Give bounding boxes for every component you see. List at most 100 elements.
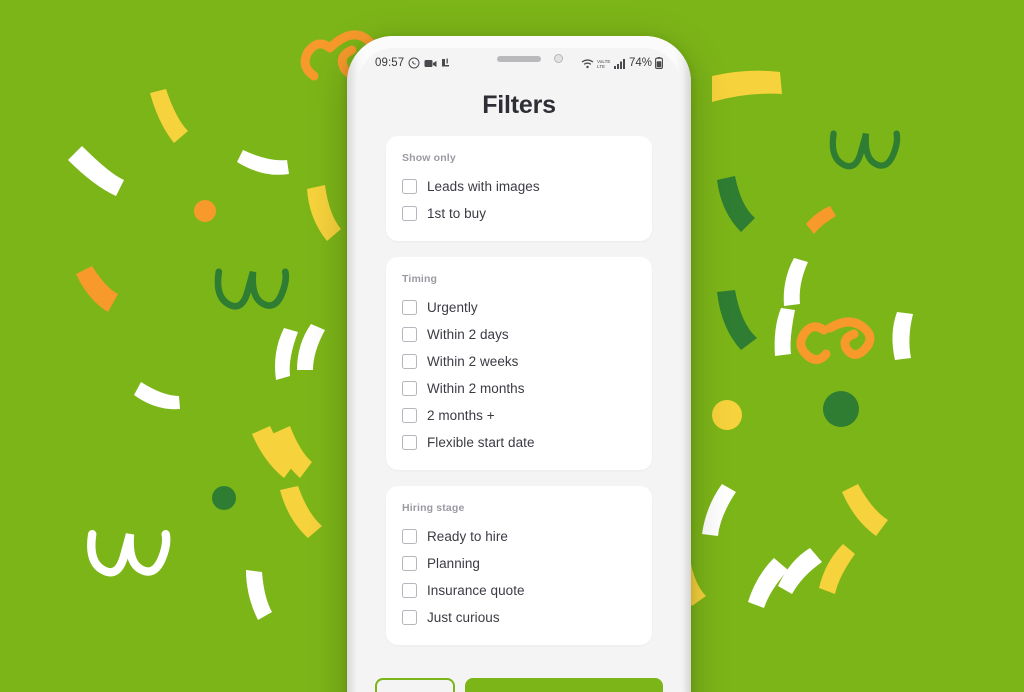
checkbox-icon[interactable]: [402, 529, 417, 544]
screenshot-root: 09:57 VoLTE LTE 74% Filters Show only Le…: [0, 0, 1024, 692]
confetti-dot-yellow: [712, 400, 742, 430]
filter-option-leads-with-images[interactable]: Leads with images: [402, 173, 636, 200]
confetti-white-ribbon: [134, 382, 180, 410]
filter-group-hiring-stage: Hiring stage Ready to hire Planning Insu…: [386, 486, 652, 645]
checkbox-icon[interactable]: [402, 300, 417, 315]
status-time: 09:57: [375, 57, 405, 69]
confetti-white-ribbon: [702, 484, 736, 536]
confetti-white-ribbon: [774, 308, 795, 356]
checkbox-icon[interactable]: [402, 408, 417, 423]
confetti-dot-green: [212, 486, 236, 510]
filter-option-just-curious[interactable]: Just curious: [402, 604, 636, 631]
confetti-white-ribbon: [778, 548, 822, 594]
confetti-white-ribbon: [246, 570, 272, 620]
photo-icon: [441, 58, 451, 69]
filter-option-2-months-plus[interactable]: 2 months +: [402, 402, 636, 429]
filter-option-ready-to-hire[interactable]: Ready to hire: [402, 523, 636, 550]
checkbox-icon[interactable]: [402, 583, 417, 598]
checkbox-icon[interactable]: [402, 354, 417, 369]
filter-option-label: Leads with images: [427, 179, 540, 194]
confetti-white-ribbon: [748, 558, 788, 608]
action-bar: Cancel Apply filters: [358, 668, 680, 692]
filter-option-label: 1st to buy: [427, 206, 487, 221]
confetti-orange-curl: [300, 39, 335, 81]
filter-option-within-2-weeks[interactable]: Within 2 weeks: [402, 348, 636, 375]
filter-option-within-2-days[interactable]: Within 2 days: [402, 321, 636, 348]
filter-group-show-only: Show only Leads with images 1st to buy: [386, 136, 652, 241]
cancel-button[interactable]: Cancel: [375, 678, 455, 692]
confetti-orange-ribbon: [848, 340, 858, 344]
confetti-yellow-ribbon: [307, 185, 341, 241]
checkbox-icon[interactable]: [402, 327, 417, 342]
checkbox-icon[interactable]: [402, 381, 417, 396]
confetti-green-ribbon: [717, 290, 757, 350]
page-title: Filters: [482, 91, 556, 119]
confetti-orange-ribbon: [806, 206, 836, 234]
filter-option-label: Within 2 days: [427, 327, 509, 342]
confetti-orange-ribbon: [796, 322, 831, 364]
camera-icon: [424, 58, 437, 69]
checkbox-icon[interactable]: [402, 556, 417, 571]
speaker-grille: [497, 56, 541, 62]
confetti-dot-orange: [194, 200, 216, 222]
status-bar: 09:57 VoLTE LTE 74%: [358, 48, 680, 78]
filter-group-timing: Timing Urgently Within 2 days Within 2 w…: [386, 257, 652, 470]
filter-option-label: Ready to hire: [427, 529, 508, 544]
confetti-dot-green: [823, 391, 859, 427]
confetti-w-logo-white: [87, 530, 171, 577]
confetti-orange-ribbon: [272, 426, 312, 478]
confetti-white-ribbon: [237, 150, 289, 175]
front-camera-icon: [554, 54, 563, 63]
confetti-w-logo-green: [829, 130, 901, 170]
status-bar-left: 09:57: [375, 57, 451, 69]
confetti-white-ribbon: [68, 146, 124, 196]
checkbox-icon[interactable]: [402, 435, 417, 450]
status-bar-right: VoLTE LTE 74%: [581, 57, 663, 69]
confetti-white-ribbon: [297, 324, 325, 370]
signal-icon: [613, 58, 626, 69]
checkbox-icon[interactable]: [402, 206, 417, 221]
confetti-yellow-ribbon: [842, 484, 888, 536]
checkbox-icon[interactable]: [402, 179, 417, 194]
phone-screen: 09:57 VoLTE LTE 74% Filters Show only Le…: [358, 48, 680, 692]
group-label: Show only: [402, 152, 456, 164]
confetti-yellow-ribbon: [712, 70, 782, 102]
filter-option-label: 2 months +: [427, 408, 495, 423]
confetti-orange-ribbon: [76, 266, 118, 312]
checkbox-icon[interactable]: [402, 610, 417, 625]
filter-option-urgently[interactable]: Urgently: [402, 294, 636, 321]
confetti-yellow-ribbon: [819, 544, 855, 594]
phone-device: 09:57 VoLTE LTE 74% Filters Show only Le…: [347, 36, 691, 692]
filter-option-label: Just curious: [427, 610, 500, 625]
volte-icon: VoLTE LTE: [597, 58, 611, 69]
filter-option-flexible-start-date[interactable]: Flexible start date: [402, 429, 636, 456]
confetti-yellow-ribbon: [252, 426, 296, 478]
filter-option-label: Within 2 months: [427, 381, 525, 396]
filter-option-insurance-quote[interactable]: Insurance quote: [402, 577, 636, 604]
filter-option-within-2-months[interactable]: Within 2 months: [402, 375, 636, 402]
confetti-green-ribbon: [717, 176, 755, 232]
filter-option-label: Planning: [427, 556, 480, 571]
filter-option-label: Within 2 weeks: [427, 354, 519, 369]
confetti-w-logo-green: [214, 268, 290, 310]
filter-option-label: Insurance quote: [427, 583, 525, 598]
confetti-white-ribbon: [892, 312, 913, 360]
confetti-white-ribbon: [783, 258, 808, 306]
filter-option-1st-to-buy[interactable]: 1st to buy: [402, 200, 636, 227]
wifi-icon: [581, 58, 594, 69]
battery-percent-label: 74%: [628, 57, 652, 69]
confetti-white-ribbon: [275, 328, 298, 380]
svg-text:LTE: LTE: [597, 64, 605, 69]
whatsapp-icon: [408, 57, 420, 69]
apply-filters-button[interactable]: Apply filters: [465, 678, 663, 692]
confetti-orange-ribbon: [825, 317, 875, 359]
confetti-yellow-ribbon: [150, 89, 188, 143]
filters-content[interactable]: Show only Leads with images 1st to buy T…: [358, 136, 680, 692]
group-label: Timing: [402, 273, 438, 285]
filter-option-label: Flexible start date: [427, 435, 535, 450]
filter-option-planning[interactable]: Planning: [402, 550, 636, 577]
group-label: Hiring stage: [402, 502, 465, 514]
filter-option-label: Urgently: [427, 300, 478, 315]
battery-icon: [655, 57, 663, 69]
confetti-orange-ribbon: [289, 429, 293, 433]
